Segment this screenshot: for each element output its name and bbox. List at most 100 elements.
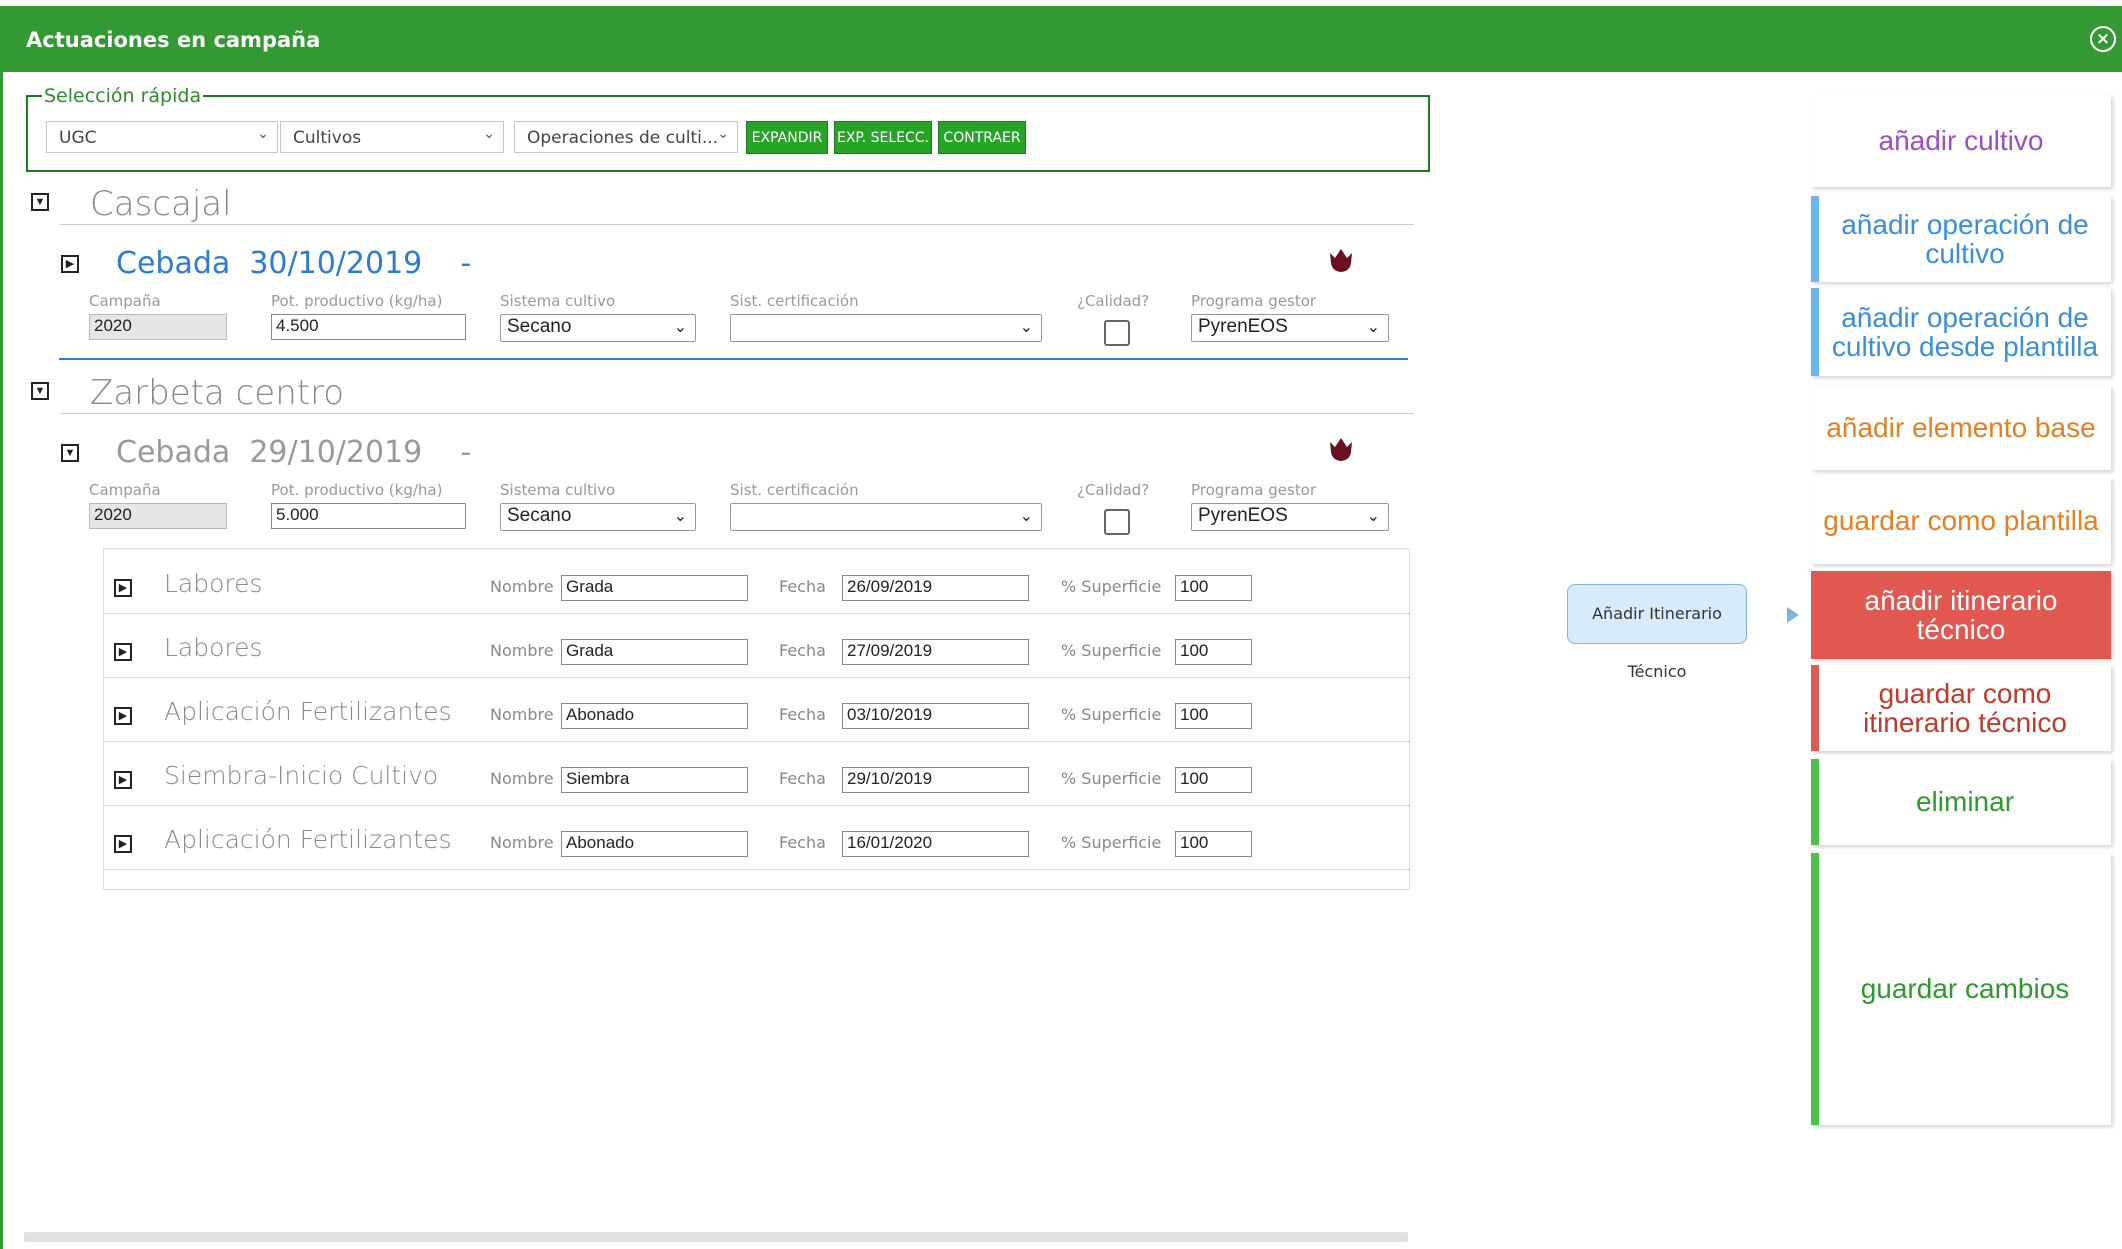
delete-button[interactable]: eliminar (1811, 759, 2111, 845)
cert-select[interactable]: ⌄ (730, 314, 1042, 342)
fecha-field[interactable]: 29/10/2019 (842, 767, 1029, 793)
dialog-header: Actuaciones en campaña × (0, 6, 2122, 72)
operation-type: Labores (164, 633, 263, 662)
collapse-section-icon[interactable]: ▼ (31, 193, 49, 211)
section-title-cascajal: Cascajal (90, 184, 232, 224)
ugc-select-value: UGC (59, 128, 97, 148)
sistema-select[interactable]: Secano ⌄ (500, 314, 696, 342)
section-title-zarbeta: Zarbeta centro (90, 373, 345, 413)
crop-date: 29/10/2019 (249, 435, 423, 470)
quick-select-legend: Selección rápida (42, 85, 204, 107)
save-as-template-button[interactable]: guardar como plantilla (1811, 478, 2111, 564)
calidad-checkbox[interactable] (1104, 320, 1130, 346)
fecha-label: Fecha (779, 641, 826, 660)
tulip-icon (1330, 249, 1352, 272)
calidad-checkbox[interactable] (1104, 509, 1130, 535)
pot-field[interactable]: 4.500 (271, 314, 466, 340)
programa-select-value: PyrenEOS (1198, 316, 1288, 337)
sistema-label: Sistema cultivo (500, 481, 616, 499)
fecha-field[interactable]: 16/01/2020 (842, 831, 1029, 857)
save-changes-button[interactable]: guardar cambios (1811, 853, 2111, 1125)
nombre-field[interactable]: Abonado (561, 831, 748, 857)
chevron-down-icon: ⌄ (483, 126, 495, 142)
cultivos-select[interactable]: Cultivos ⌄ (280, 121, 504, 153)
add-operation-from-template-button[interactable]: añadir operación de cultivo desde planti… (1811, 288, 2111, 376)
sistema-select[interactable]: Secano ⌄ (500, 503, 696, 531)
close-circle-icon[interactable]: × (2090, 26, 2116, 52)
expand-operation-icon[interactable]: ▶ (114, 835, 132, 853)
dialog-title: Actuaciones en campaña (26, 28, 321, 52)
chevron-down-icon: ⌄ (1019, 319, 1033, 336)
operation-row[interactable]: ▶ Siembra-Inicio Cultivo Nombre Siembra … (104, 741, 1409, 806)
add-base-element-button[interactable]: añadir elemento base (1811, 386, 2111, 470)
expand-crop-icon[interactable]: ▶ (61, 255, 79, 273)
superficie-field[interactable]: 100 (1175, 639, 1252, 665)
superficie-field[interactable]: 100 (1175, 575, 1252, 601)
tooltip-arrow (1787, 607, 1799, 623)
operation-row[interactable]: ▶ Labores Nombre Grada Fecha 27/09/2019 … (104, 613, 1409, 678)
calidad-label: ¿Calidad? (1077, 481, 1150, 499)
operation-row[interactable]: ▶ Aplicación Fertilizantes Nombre Abonad… (104, 805, 1409, 870)
fecha-field[interactable]: 27/09/2019 (842, 639, 1029, 665)
pot-label: Pot. productivo (kg/ha) (271, 481, 443, 499)
collapse-crop-icon[interactable]: ▼ (61, 444, 79, 462)
superficie-field[interactable]: 100 (1175, 703, 1252, 729)
operaciones-select[interactable]: Operaciones de culti... ⌄ (514, 121, 738, 153)
crop-dash: - (460, 435, 472, 470)
nombre-label: Nombre (490, 577, 554, 596)
horizontal-scrollbar[interactable] (24, 1232, 1408, 1242)
programa-select[interactable]: PyrenEOS ⌄ (1191, 314, 1389, 342)
expand-operation-icon[interactable]: ▶ (114, 643, 132, 661)
pot-label: Pot. productivo (kg/ha) (271, 292, 443, 310)
fecha-field[interactable]: 03/10/2019 (842, 703, 1029, 729)
save-as-technical-itinerary-button[interactable]: guardar como itinerario técnico (1811, 665, 2111, 751)
chevron-down-icon: ⌄ (1366, 319, 1380, 336)
superficie-label: % Superficie (1061, 705, 1162, 724)
sistema-label: Sistema cultivo (500, 292, 616, 310)
crop-name: Cebada (116, 435, 231, 470)
programa-select[interactable]: PyrenEOS ⌄ (1191, 503, 1389, 531)
add-technical-itinerary-button[interactable]: añadir itinerario técnico (1811, 571, 2111, 659)
add-operation-button[interactable]: añadir operación de cultivo (1811, 196, 2111, 282)
nombre-label: Nombre (490, 641, 554, 660)
fecha-field[interactable]: 26/09/2019 (842, 575, 1029, 601)
add-crop-button[interactable]: añadir cultivo (1811, 95, 2111, 187)
chevron-down-icon: ⌄ (1366, 508, 1380, 525)
campana-field[interactable]: 2020 (89, 503, 227, 529)
nombre-label: Nombre (490, 833, 554, 852)
sistema-select-value: Secano (507, 316, 572, 337)
campana-field[interactable]: 2020 (89, 314, 227, 340)
fecha-label: Fecha (779, 769, 826, 788)
operation-type: Labores (164, 569, 263, 598)
expand-operation-icon[interactable]: ▶ (114, 579, 132, 597)
operation-row[interactable]: ▶ Aplicación Fertilizantes Nombre Abonad… (104, 677, 1409, 742)
nombre-field[interactable]: Grada (561, 575, 748, 601)
crop-title[interactable]: Cebada 29/10/2019 - (116, 435, 471, 470)
programa-select-value: PyrenEOS (1198, 505, 1288, 526)
nombre-field[interactable]: Grada (561, 639, 748, 665)
expand-selected-button[interactable]: EXP. SELECC. (834, 121, 932, 154)
expand-button[interactable]: EXPANDIR (746, 121, 828, 154)
chevron-down-icon: ⌄ (257, 126, 269, 142)
sistema-select-value: Secano (507, 505, 572, 526)
collapse-button[interactable]: CONTRAER (938, 121, 1026, 154)
pot-field[interactable]: 5.000 (271, 503, 466, 529)
crop-title[interactable]: Cebada 30/10/2019 - (116, 246, 471, 281)
ugc-select[interactable]: UGC ⌄ (46, 121, 278, 153)
section-divider (60, 413, 1414, 414)
fecha-label: Fecha (779, 833, 826, 852)
campana-label: Campaña (89, 292, 161, 310)
fecha-label: Fecha (779, 577, 826, 596)
operation-type: Aplicación Fertilizantes (164, 697, 452, 726)
operation-row[interactable]: ▶ Labores Nombre Grada Fecha 26/09/2019 … (104, 549, 1409, 614)
superficie-field[interactable]: 100 (1175, 767, 1252, 793)
expand-operation-icon[interactable]: ▶ (114, 771, 132, 789)
cert-label: Sist. certificación (730, 292, 859, 310)
nombre-field[interactable]: Abonado (561, 703, 748, 729)
nombre-field[interactable]: Siembra (561, 767, 748, 793)
collapse-section-icon[interactable]: ▼ (31, 382, 49, 400)
expand-operation-icon[interactable]: ▶ (114, 707, 132, 725)
tooltip: Añadir Itinerario Técnico (1567, 584, 1747, 681)
superficie-field[interactable]: 100 (1175, 831, 1252, 857)
cert-select[interactable]: ⌄ (730, 503, 1042, 531)
